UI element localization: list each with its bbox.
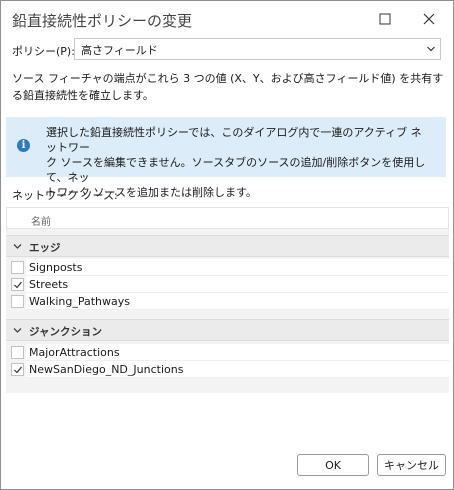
maximize-icon [379, 13, 391, 25]
policy-dropdown[interactable]: 高さフィールド [74, 38, 441, 60]
item-label: Streets [29, 278, 69, 291]
checkmark-icon [14, 366, 22, 374]
group-header-junctions[interactable]: ジャンクション [6, 319, 449, 341]
item-label: MajorAttractions [29, 346, 120, 359]
policy-description: ソース フィーチャの端点がこれら 3 つの値 (X、Y、および高さフィールド値)… [12, 72, 444, 102]
cancel-button[interactable]: キャンセル [377, 454, 446, 476]
list-item: MajorAttractions [6, 344, 449, 361]
item-checkbox[interactable] [11, 363, 24, 376]
item-checkbox[interactable] [11, 261, 24, 274]
group-header-edges[interactable]: エッジ [6, 235, 449, 257]
list-item: Signposts [6, 259, 449, 276]
dialog-title: 鉛直接続性ポリシーの変更 [12, 12, 193, 30]
item-checkbox[interactable] [11, 278, 24, 291]
column-header-name[interactable]: 名前 [31, 213, 51, 228]
info-line: ク ソースを編集できません。ソースタブのソースの追加/削除ボタンを使用して、ネッ [46, 156, 426, 184]
info-banner: i 選択した鉛直接続性ポリシーでは、このダイアログ内で一連のアクティブ ネットワ… [6, 117, 446, 199]
checkmark-icon [14, 281, 22, 289]
item-cell: NewSanDiego_ND_Junctions [26, 361, 449, 378]
close-button[interactable] [415, 7, 443, 31]
list-item: Walking_Pathways [6, 293, 449, 310]
chevron-down-icon[interactable] [13, 242, 22, 251]
item-cell: Signposts [26, 259, 449, 276]
list-item: NewSanDiego_ND_Junctions [6, 361, 449, 378]
item-cell: MajorAttractions [26, 344, 449, 361]
item-label: NewSanDiego_ND_Junctions [29, 363, 184, 376]
close-icon [423, 13, 435, 25]
network-sources-label: ネットワーク ソース: [12, 189, 118, 202]
item-label: Walking_Pathways [29, 295, 130, 308]
list-header: 名前 [6, 207, 449, 229]
chevron-down-icon [427, 46, 435, 52]
item-checkbox[interactable] [11, 346, 24, 359]
dialog-window: 鉛直接続性ポリシーの変更 ポリシー(P): 高さフィールド ソース フィーチャの… [0, 0, 454, 490]
info-line: 選択した鉛直接続性ポリシーでは、このダイアログ内で一連のアクティブ ネットワー [46, 126, 422, 154]
maximize-button[interactable] [371, 7, 399, 31]
item-label: Signposts [29, 261, 83, 274]
policy-label: ポリシー(P): [12, 45, 75, 58]
list-item: Streets [6, 276, 449, 293]
title-bar: 鉛直接続性ポリシーの変更 [1, 1, 453, 37]
info-icon: i [17, 139, 30, 152]
policy-selected-value: 高さフィールド [81, 44, 158, 57]
group-label: エッジ [29, 242, 61, 254]
item-cell: Streets [26, 276, 449, 293]
ok-button[interactable]: OK [297, 454, 369, 476]
network-sources-list: 名前 エッジ Signposts Streets Walking_Pathway… [6, 207, 449, 393]
chevron-down-icon[interactable] [13, 326, 22, 335]
item-checkbox[interactable] [11, 295, 24, 308]
group-label: ジャンクション [29, 326, 102, 338]
item-cell: Walking_Pathways [26, 293, 449, 310]
